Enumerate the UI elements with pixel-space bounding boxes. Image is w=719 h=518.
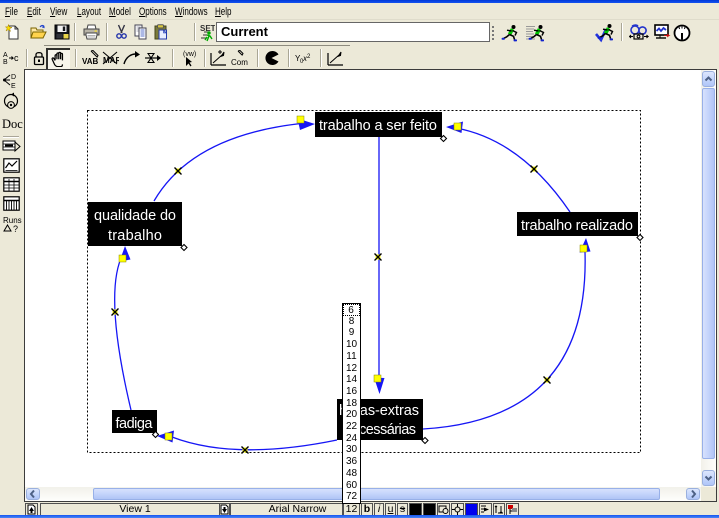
svg-text:?: ? [13,224,18,233]
svg-text:2: 2 [307,54,311,60]
svg-text:trabalho: trabalho [108,228,162,244]
svg-text:VAB: VAB [82,57,99,66]
svg-text:D: D [11,74,16,81]
svg-text:Com: Com [231,58,248,67]
svg-text:trabalho realizado: trabalho realizado [521,218,633,234]
svg-text:trabalho a ser feito: trabalho a ser feito [319,118,437,134]
svg-text:(vw): (vw) [183,51,196,58]
svg-text:c: c [14,53,19,63]
svg-text:Doc: Doc [2,117,23,131]
svg-text:A: A [3,52,8,59]
svg-text:B: B [3,59,8,66]
svg-text:E: E [11,83,16,89]
svg-text:qualidade do: qualidade do [94,208,176,224]
svg-text:fadiga: fadiga [116,416,154,432]
